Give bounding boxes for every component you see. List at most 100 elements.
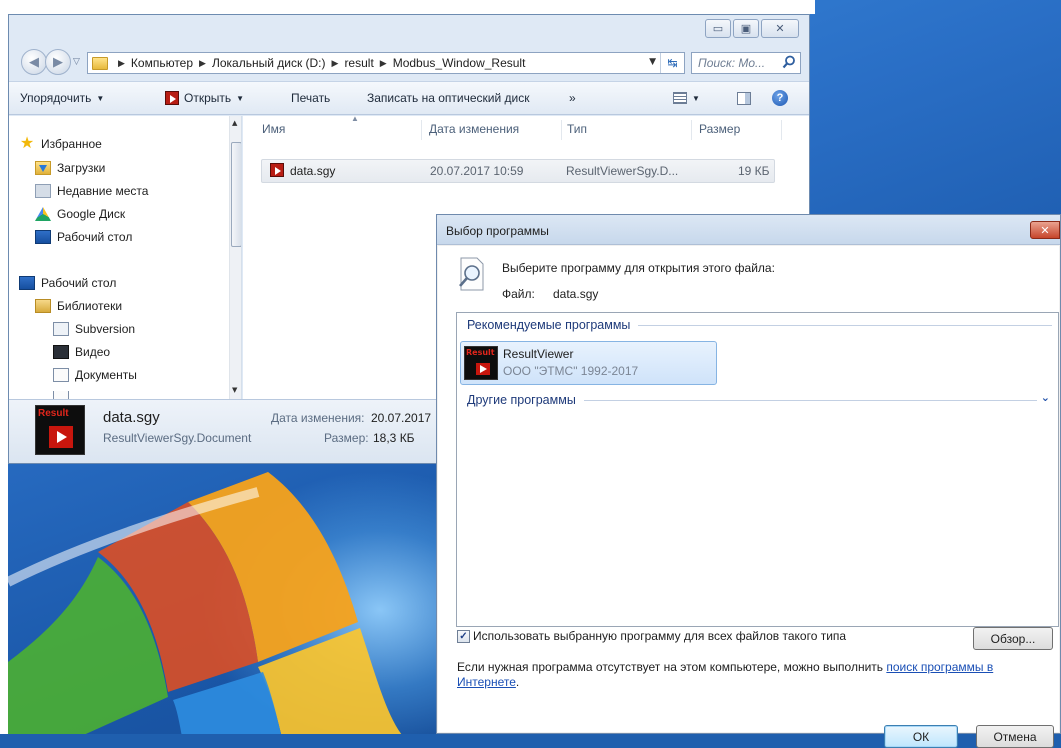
group-header-recommended: Рекомендуемые программы [467, 318, 1052, 332]
dialog-file-label: Файл: [502, 287, 535, 301]
always-use-checkbox[interactable]: ✓ [457, 629, 470, 643]
desktop-edge-left [0, 0, 8, 734]
always-use-checkbox-row[interactable]: ✓ Использовать выбранную программу для в… [457, 629, 846, 643]
sort-up-icon: ▲ [351, 114, 359, 123]
organize-button[interactable]: Упорядочить ▼ [20, 91, 104, 105]
nav-scrollbar[interactable]: ▲ ▼ [229, 116, 241, 399]
file-icon [270, 163, 289, 180]
refresh-button[interactable]: ↹ [660, 53, 684, 73]
column-header-size[interactable]: Размер [699, 122, 740, 136]
breadcrumb-item-computer[interactable]: Компьютер [131, 56, 193, 70]
group-header-label: Другие программы [467, 393, 576, 407]
google-drive-icon [35, 207, 51, 221]
scroll-down-icon[interactable]: ▼ [232, 386, 237, 394]
burn-disc-button[interactable]: Записать на оптический диск [367, 91, 530, 105]
nav-item-downloads[interactable]: Загрузки [35, 161, 105, 175]
arrow-left-icon: ◀ [29, 54, 39, 70]
ok-button[interactable]: ОК [884, 725, 958, 748]
preview-pane-icon [737, 92, 751, 105]
help-button[interactable]: ? [772, 90, 788, 106]
scroll-up-icon[interactable]: ▲ [232, 119, 237, 127]
nav-item-libraries[interactable]: Библиотеки [35, 299, 122, 313]
column-separator[interactable] [421, 120, 422, 140]
print-button[interactable]: Печать [291, 91, 330, 105]
more-commands-button[interactable]: » [569, 91, 576, 105]
always-use-label: Использовать выбранную программу для все… [473, 629, 847, 643]
breadcrumb-item-drive-d[interactable]: Локальный диск (D:) [212, 56, 326, 70]
dialog-prompt: Выберите программу для открытия этого фа… [502, 261, 775, 275]
chevron-down-icon[interactable]: ⌄ [1041, 391, 1050, 404]
breadcrumb-item-modbus[interactable]: Modbus_Window_Result [393, 56, 526, 70]
column-separator[interactable] [691, 120, 692, 140]
program-item-resultviewer[interactable]: Result ResultViewer ООО "ЭТМС" 1992-2017 [460, 341, 717, 385]
dialog-file-value: data.sgy [553, 287, 599, 301]
nav-item-favorites[interactable]: ★ Избранное [19, 136, 102, 152]
library-icon [53, 391, 69, 399]
chevron-down-icon: ▼ [236, 93, 245, 103]
nav-label: Избранное [41, 137, 102, 151]
forward-button[interactable]: ▶ [45, 49, 71, 75]
folder-icon [92, 56, 108, 70]
breadcrumb-item-result[interactable]: result [344, 56, 373, 70]
change-view-button[interactable]: ▼ [673, 92, 700, 104]
column-header-modified[interactable]: Дата изменения [429, 122, 519, 136]
group-header-other[interactable]: Другие программы [467, 393, 1037, 407]
dialog-body: Выберите программу для открытия этого фа… [438, 246, 1059, 748]
column-header-type[interactable]: Тип [567, 122, 587, 136]
address-row: ◀ ▶ ▽ ▶ Компьютер ▶ Локальный диск (D:) … [9, 46, 809, 80]
breadcrumb: ▶ Компьютер ▶ Локальный диск (D:) ▶ resu… [112, 56, 525, 70]
search-input[interactable]: Поиск: Mo... [691, 52, 801, 74]
program-publisher: ООО "ЭТМС" 1992-2017 [503, 364, 639, 378]
preview-pane-button[interactable] [737, 92, 751, 105]
breadcrumb-separator-icon[interactable]: ▶ [380, 58, 387, 69]
nav-item-desktop[interactable]: Рабочий стол [19, 276, 116, 290]
group-divider [583, 399, 1037, 401]
documents-library-icon [53, 368, 69, 382]
file-row[interactable]: data.sgy 20.07.2017 10:59 ResultViewerSg… [261, 159, 775, 183]
open-label: Открыть [184, 91, 232, 105]
nav-item-desktop-favorite[interactable]: Рабочий стол [35, 230, 132, 244]
dialog-title: Выбор программы [446, 224, 549, 238]
nav-item-partial[interactable] [53, 391, 75, 399]
breadcrumb-separator-icon[interactable]: ▶ [118, 58, 125, 69]
nav-item-recent-places[interactable]: Недавние места [35, 184, 148, 198]
nav-label: Загрузки [57, 161, 106, 175]
dialog-close-button[interactable]: ✕ [1030, 221, 1060, 239]
explorer-titlebar[interactable]: ▭ ▣ ✕ [9, 15, 809, 45]
browse-button[interactable]: Обзор... [973, 627, 1053, 650]
close-button[interactable]: ✕ [761, 19, 799, 38]
program-list: Рекомендуемые программы Result ResultVie… [456, 312, 1059, 627]
nav-item-google-drive[interactable]: Google Диск [35, 207, 125, 221]
column-separator[interactable] [561, 120, 562, 140]
info-text-end: . [515, 675, 520, 689]
nav-item-documents[interactable]: Документы [53, 368, 137, 382]
minimize-button[interactable]: ▭ [705, 19, 731, 38]
play-icon [49, 426, 73, 448]
breadcrumb-separator-icon[interactable]: ▶ [199, 58, 206, 69]
details-file-name: data.sgy [103, 409, 160, 426]
minimize-icon: ▭ [712, 22, 724, 35]
address-bar[interactable]: ▶ Компьютер ▶ Локальный диск (D:) ▶ resu… [87, 52, 685, 74]
column-separator[interactable] [781, 120, 782, 140]
file-type: ResultViewerSgy.D... [566, 164, 679, 178]
library-icon [53, 322, 69, 336]
scrollbar-thumb[interactable] [231, 142, 241, 247]
back-button[interactable]: ◀ [21, 49, 47, 75]
group-divider [638, 324, 1052, 326]
recent-pages-dropdown[interactable]: ▽ [73, 57, 80, 67]
dialog-titlebar[interactable]: Выбор программы ✕ [437, 215, 1060, 245]
navigation-pane: ★ Избранное Загрузки Недавние места Googl… [9, 116, 242, 399]
nav-item-video[interactable]: Видео [53, 345, 110, 359]
address-dropdown-icon[interactable]: ▼ [649, 57, 656, 67]
breadcrumb-separator-icon[interactable]: ▶ [332, 58, 339, 69]
column-header-name[interactable]: Имя [262, 122, 285, 136]
nav-item-subversion[interactable]: Subversion [53, 322, 135, 336]
result-viewer-large-icon: Result [35, 405, 85, 455]
cancel-button[interactable]: Отмена [976, 725, 1054, 748]
nav-label: Subversion [75, 322, 136, 336]
open-button[interactable]: Открыть ▼ [165, 91, 244, 105]
nav-label: Библиотеки [57, 299, 123, 313]
desktop-icon [35, 230, 51, 244]
details-modified-value: 20.07.2017 [371, 411, 432, 425]
maximize-button[interactable]: ▣ [733, 19, 759, 38]
